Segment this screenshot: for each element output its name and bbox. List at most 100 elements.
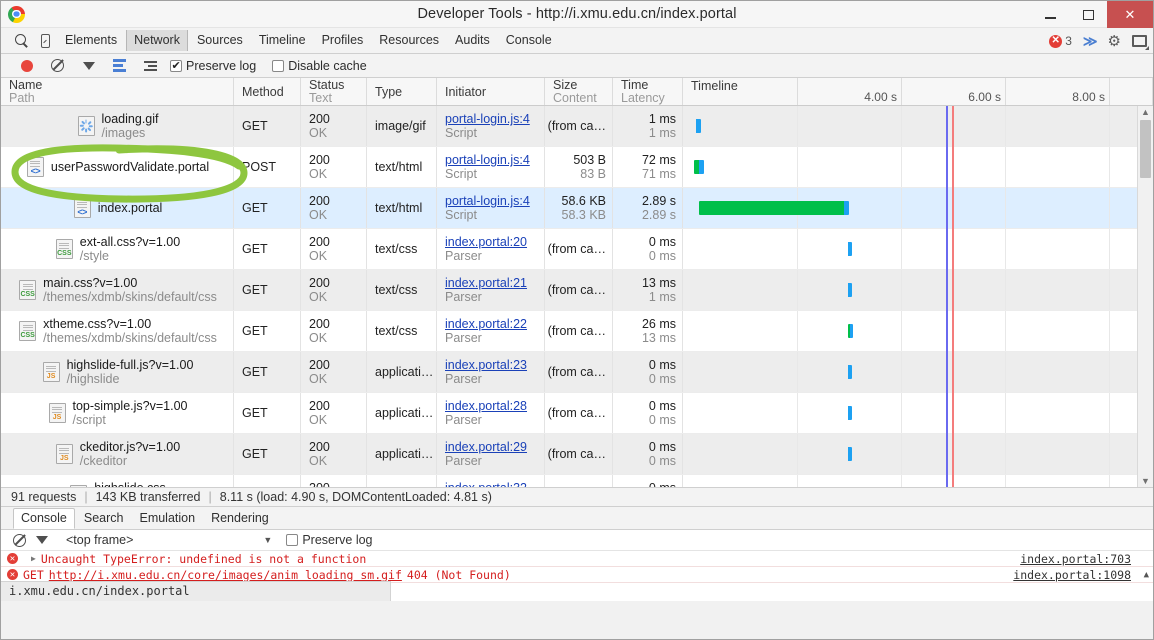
scroll-up-arrow-icon[interactable]: ▲	[1141, 106, 1150, 118]
timeline-bar[interactable]	[848, 283, 852, 297]
cell-initiator[interactable]: index.portal:21 Parser	[437, 270, 545, 310]
cell-timeline[interactable]	[683, 106, 1153, 146]
cell-name[interactable]: CSS xtheme.css?v=1.00/themes/xdmb/skins/d…	[1, 311, 234, 351]
column-header-method[interactable]: Method	[234, 78, 301, 105]
cell-name[interactable]: JS highslide-full.js?v=1.00/highslide	[1, 352, 234, 392]
initiator-link[interactable]: index.portal:32	[445, 481, 538, 487]
scroll-down-arrow-icon[interactable]: ▼	[1141, 475, 1150, 487]
cell-initiator[interactable]: index.portal:20 Parser	[437, 229, 545, 269]
frame-selector[interactable]: <top frame>	[66, 533, 133, 547]
cell-name[interactable]: <> userPasswordValidate.portal	[1, 147, 234, 187]
cell-initiator[interactable]: index.portal:29 Parser	[437, 434, 545, 474]
console-message-source[interactable]: index.portal:703	[1020, 552, 1131, 566]
column-header-status[interactable]: Status Text	[301, 78, 367, 105]
table-row[interactable]: loading.gif/images GET 200 OK image/gif porta…	[1, 106, 1153, 147]
timeline-bar[interactable]	[848, 365, 852, 379]
table-row[interactable]: JS top-simple.js?v=1.00/script GET 200 OK app…	[1, 393, 1153, 434]
initiator-link[interactable]: index.portal:28	[445, 399, 538, 413]
column-header-type[interactable]: Type	[367, 78, 437, 105]
cell-name[interactable]: loading.gif/images	[1, 106, 234, 146]
table-row[interactable]: <> userPasswordValidate.portal POST 200 OK te…	[1, 147, 1153, 188]
table-row[interactable]: CSShighslide.css/highslideGET200OKtext/c…	[1, 475, 1153, 487]
disable-cache-box[interactable]	[272, 59, 285, 72]
timeline-bar[interactable]	[694, 160, 704, 174]
console-filter-icon[interactable]	[36, 536, 48, 556]
console-message[interactable]: ✕ ▶ Uncaught TypeError: undefined is not…	[1, 551, 1153, 567]
cell-timeline[interactable]	[683, 311, 1153, 351]
initiator-link[interactable]: index.portal:20	[445, 235, 538, 249]
table-row[interactable]: JS highslide-full.js?v=1.00/highslide GET 2…	[1, 352, 1153, 393]
initiator-link[interactable]: index.portal:21	[445, 276, 538, 290]
console-message-url[interactable]: http://i.xmu.edu.cn/core/images/anim_loa…	[49, 568, 402, 582]
cell-name[interactable]: <> index.portal	[1, 188, 234, 228]
tab-profiles[interactable]: Profiles	[315, 30, 371, 51]
console-message-source[interactable]: index.portal:1098	[1013, 568, 1131, 582]
initiator-link[interactable]: index.portal:22	[445, 317, 538, 331]
initiator-link[interactable]: index.portal:23	[445, 358, 538, 372]
error-count-badge[interactable]: ✕ 3	[1049, 34, 1072, 48]
preserve-log-box[interactable]	[170, 59, 182, 72]
toggle-drawer-button[interactable]: ≫	[1083, 33, 1098, 50]
initiator-link[interactable]: portal-login.js:4	[445, 153, 538, 167]
inspect-element-button[interactable]	[9, 30, 33, 52]
filter-button[interactable]	[73, 61, 104, 82]
large-rows-button[interactable]	[104, 59, 135, 72]
console-preserve-log-box[interactable]	[286, 534, 299, 546]
cell-timeline[interactable]	[683, 393, 1153, 433]
maximize-button[interactable]	[1069, 1, 1107, 28]
table-row[interactable]: JS ckeditor.js?v=1.00/ckeditor GET 200 OK app…	[1, 434, 1153, 475]
column-header-initiator[interactable]: Initiator	[437, 78, 545, 105]
cell-timeline[interactable]	[683, 147, 1153, 187]
drawer-tab-console[interactable]: Console	[13, 507, 75, 529]
tab-timeline[interactable]: Timeline	[252, 30, 313, 51]
table-row[interactable]: CSS xtheme.css?v=1.00/themes/xdmb/skins/d…	[1, 311, 1153, 352]
tab-elements[interactable]: Elements	[58, 30, 124, 51]
timeline-bar[interactable]	[848, 324, 853, 338]
cell-timeline[interactable]	[683, 352, 1153, 392]
cell-initiator[interactable]: portal-login.js:4 Script	[437, 106, 545, 146]
close-button[interactable]: ✕	[1107, 1, 1153, 28]
tab-sources[interactable]: Sources	[190, 30, 250, 51]
group-by-frame-button[interactable]	[135, 60, 166, 71]
cell-initiator[interactable]: index.portal:23 Parser	[437, 352, 545, 392]
column-header-time[interactable]: Time Latency	[613, 78, 683, 105]
cell-name[interactable]: CSS main.css?v=1.00/themes/xdmb/skins/def…	[1, 270, 234, 310]
cell-timeline[interactable]	[683, 270, 1153, 310]
minimize-button[interactable]	[1031, 1, 1069, 28]
cell-initiator[interactable]: portal-login.js:4 Script	[437, 188, 545, 228]
cell-initiator[interactable]: index.portal:22 Parser	[437, 311, 545, 351]
cell-name[interactable]: CSShighslide.css/highslide	[1, 475, 234, 487]
drawer-tab-emulation[interactable]: Emulation	[132, 509, 202, 528]
scrollbar-thumb[interactable]	[1140, 120, 1151, 178]
column-header-name[interactable]: Name Path	[1, 78, 234, 105]
toggle-device-mode-button[interactable]	[33, 30, 57, 52]
initiator-link[interactable]: portal-login.js:4	[445, 194, 538, 208]
cell-timeline[interactable]	[683, 229, 1153, 269]
cell-initiator[interactable]: index.portal:28 Parser	[437, 393, 545, 433]
disable-cache-checkbox[interactable]: Disable cache	[272, 59, 367, 73]
console-clear-icon[interactable]	[13, 533, 26, 547]
table-row[interactable]: CSS main.css?v=1.00/themes/xdmb/skins/def…	[1, 270, 1153, 311]
column-header-size[interactable]: Size Content	[545, 78, 613, 105]
drawer-tab-rendering[interactable]: Rendering	[204, 509, 276, 528]
table-row[interactable]: <> index.portal GET 200 OK text/html portal-lo…	[1, 188, 1153, 229]
network-scrollbar[interactable]: ▲ ▼	[1137, 106, 1153, 487]
disclosure-triangle-icon[interactable]: ▶	[31, 554, 36, 563]
timeline-bar[interactable]	[699, 201, 849, 215]
tab-audits[interactable]: Audits	[448, 30, 497, 51]
tab-network[interactable]: Network	[126, 30, 188, 51]
initiator-link[interactable]: index.portal:29	[445, 440, 538, 454]
cell-name[interactable]: JS top-simple.js?v=1.00/script	[1, 393, 234, 433]
clear-button[interactable]	[42, 59, 73, 72]
cell-initiator[interactable]: portal-login.js:4 Script	[437, 147, 545, 187]
drawer-tab-search[interactable]: Search	[77, 509, 131, 528]
cell-initiator[interactable]: index.portal:32Parser	[437, 475, 545, 487]
preserve-log-checkbox[interactable]: Preserve log	[170, 59, 256, 73]
cell-name[interactable]: JS ckeditor.js?v=1.00/ckeditor	[1, 434, 234, 474]
timeline-bar[interactable]	[848, 406, 852, 420]
tab-console[interactable]: Console	[499, 30, 559, 51]
record-button[interactable]	[11, 59, 42, 72]
timeline-bar[interactable]	[696, 119, 701, 133]
gear-icon[interactable]: ⚙	[1108, 32, 1121, 50]
table-row[interactable]: CSS ext-all.css?v=1.00/style GET 200 OK text/…	[1, 229, 1153, 270]
